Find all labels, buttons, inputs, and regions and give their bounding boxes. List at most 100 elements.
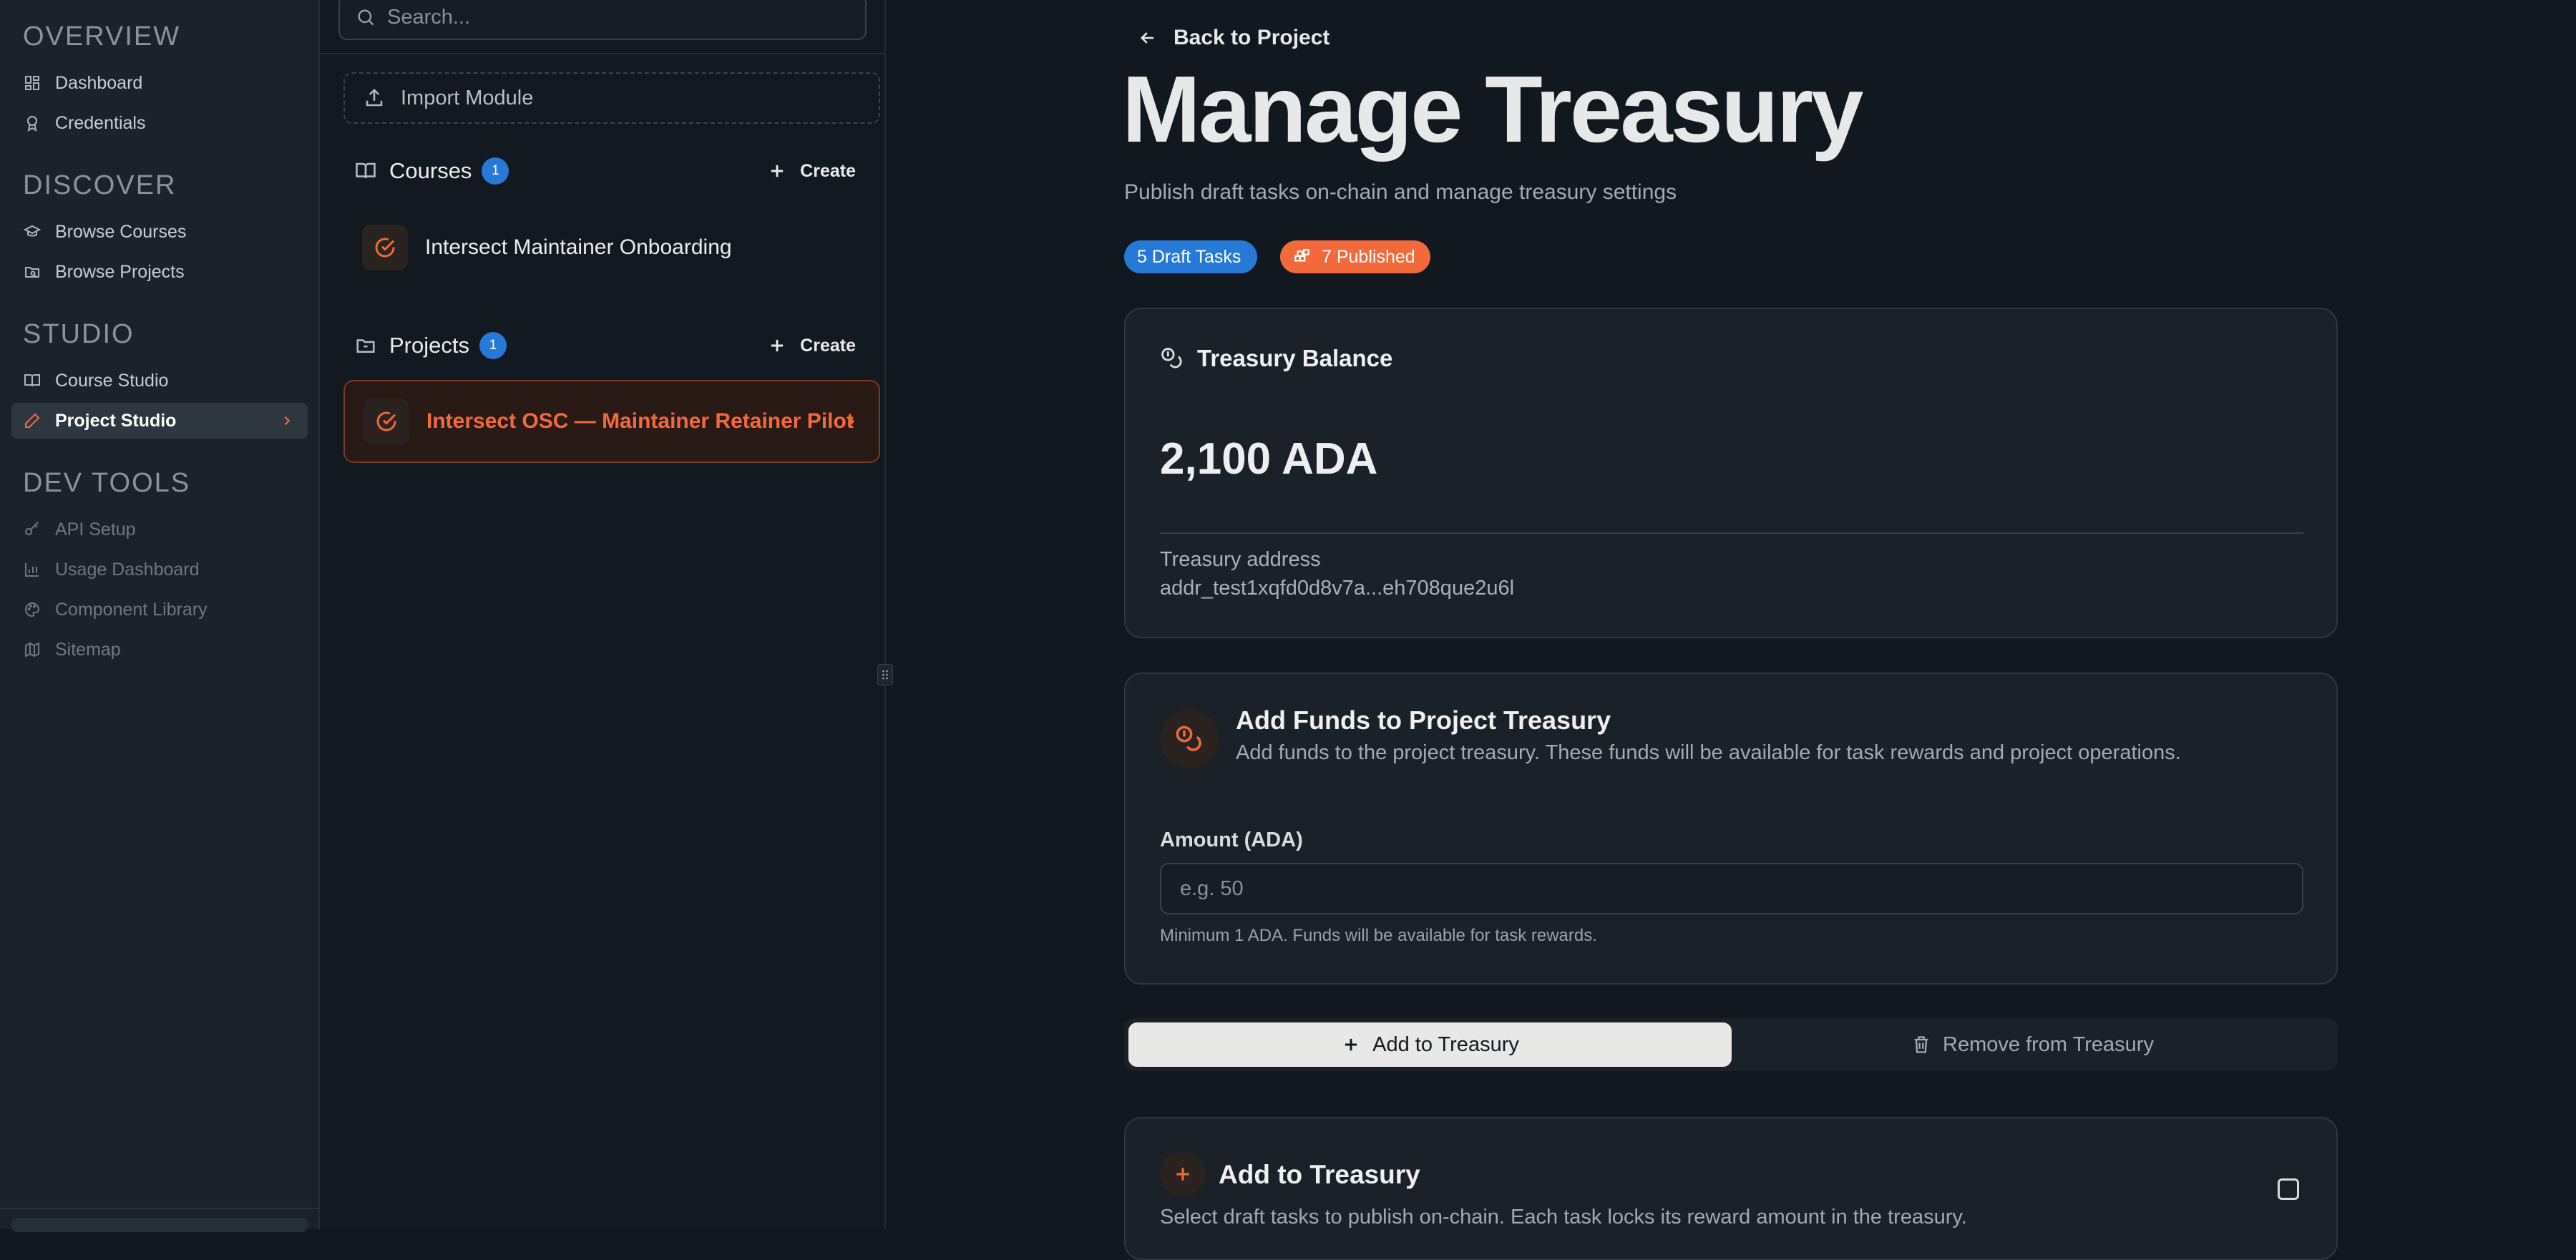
nav-item-component-library[interactable]: Component Library bbox=[11, 592, 308, 627]
pencil-icon bbox=[25, 413, 40, 428]
published-label: 7 Published bbox=[1322, 246, 1415, 267]
panel-resize-handle[interactable] bbox=[877, 664, 893, 685]
nav-item-usage-dashboard[interactable]: Usage Dashboard bbox=[11, 552, 308, 587]
nav-item-label: API Setup bbox=[55, 519, 136, 539]
folder-icon bbox=[356, 339, 375, 353]
amount-placeholder: e.g. 50 bbox=[1180, 876, 1244, 900]
draft-tasks-label: 5 Draft Tasks bbox=[1137, 246, 1241, 267]
section-title-discover: DISCOVER bbox=[23, 170, 177, 200]
divider bbox=[1160, 532, 2303, 534]
projects-group-header: Projects 1 Create bbox=[355, 330, 856, 361]
create-project-button[interactable]: Create bbox=[767, 336, 856, 356]
check-circle-icon bbox=[376, 411, 396, 431]
book-open-icon bbox=[356, 162, 376, 179]
chevron-right-icon bbox=[847, 416, 855, 427]
nav-item-dashboard[interactable]: Dashboard bbox=[11, 65, 308, 101]
published-badge: 7 Published bbox=[1280, 240, 1430, 273]
nav-item-project-studio[interactable]: Project Studio bbox=[11, 403, 308, 439]
page-subtitle: Publish draft tasks on-chain and manage … bbox=[1124, 180, 1677, 204]
projects-title: Projects bbox=[389, 333, 469, 358]
amount-field[interactable]: e.g. 50 bbox=[1160, 863, 2303, 914]
nav-item-course-studio[interactable]: Course Studio bbox=[11, 363, 308, 399]
amount-help-text: Minimum 1 ADA. Funds will be available f… bbox=[1160, 926, 1597, 945]
project-item[interactable]: Intersect OSC — Maintainer Retainer Pilo… bbox=[343, 380, 880, 463]
sidebar-footer-button[interactable] bbox=[11, 1218, 308, 1232]
section-title-dev-tools: DEV TOOLS bbox=[23, 468, 191, 498]
draft-tasks-badge: 5 Draft Tasks bbox=[1124, 240, 1257, 273]
amount-field-label: Amount (ADA) bbox=[1160, 829, 1303, 851]
nav-item-browse-courses[interactable]: Browse Courses bbox=[11, 214, 308, 250]
book-open-icon bbox=[24, 374, 40, 387]
treasury-balance-header: Treasury Balance bbox=[1160, 345, 1392, 372]
plus-icon bbox=[1345, 1038, 1357, 1051]
courses-title: Courses bbox=[389, 158, 472, 183]
chevron-right-icon bbox=[284, 416, 291, 426]
search-input[interactable]: Search... bbox=[338, 0, 867, 40]
search-placeholder: Search... bbox=[387, 5, 471, 29]
add-to-treasury-description: Select draft tasks to publish on-chain. … bbox=[1160, 1206, 1967, 1229]
check-circle-icon bbox=[375, 238, 395, 258]
add-funds-title: Add Funds to Project Treasury bbox=[1236, 705, 1611, 735]
plus-icon bbox=[771, 165, 784, 177]
remove-from-treasury-tab-label: Remove from Treasury bbox=[1943, 1032, 2154, 1056]
nav-item-label: Component Library bbox=[55, 599, 208, 620]
nav-item-credentials[interactable]: Credentials bbox=[11, 105, 308, 141]
courses-count-badge: 1 bbox=[482, 157, 509, 185]
dashboard-icon bbox=[25, 76, 39, 90]
folder-search-icon bbox=[25, 267, 39, 278]
nav-item-label: Credentials bbox=[55, 112, 146, 133]
add-funds-card: Add Funds to Project Treasury Add funds … bbox=[1124, 673, 2338, 985]
add-to-treasury-icon-tile bbox=[1160, 1151, 1206, 1197]
module-status-tile bbox=[364, 399, 409, 444]
back-to-project-link[interactable]: Back to Project bbox=[1138, 26, 1330, 50]
nav-item-sitemap[interactable]: Sitemap bbox=[11, 632, 308, 668]
section-title-studio: STUDIO bbox=[23, 319, 135, 349]
trash-icon bbox=[1914, 1036, 1928, 1053]
nav-item-api-setup[interactable]: API Setup bbox=[11, 512, 308, 547]
blocks-icon bbox=[1294, 249, 1309, 262]
plus-icon bbox=[1176, 1168, 1189, 1181]
treasury-balance-card: Treasury Balance 2,100 ADA Treasury addr… bbox=[1124, 308, 2338, 638]
treasury-balance-title: Treasury Balance bbox=[1197, 345, 1393, 371]
grip-icon bbox=[882, 670, 888, 680]
add-to-treasury-title: Add to Treasury bbox=[1219, 1160, 1420, 1189]
divider bbox=[320, 53, 884, 54]
treasury-address-label: Treasury address bbox=[1160, 548, 1321, 571]
section-title-overview: OVERVIEW bbox=[23, 21, 181, 52]
add-to-treasury-tab[interactable]: Add to Treasury bbox=[1128, 1022, 1732, 1067]
graduation-cap-icon bbox=[24, 225, 41, 237]
treasury-balance-amount: 2,100 ADA bbox=[1160, 434, 1378, 484]
treasury-address-value: addr_test1xqfd0d8v7a...eh708que2u6l bbox=[1160, 577, 1515, 600]
project-item-label: Intersect OSC — Maintainer Retainer Pilo… bbox=[426, 409, 854, 433]
import-module-label: Import Module bbox=[401, 86, 534, 109]
map-icon bbox=[25, 642, 39, 658]
nav-item-label: Browse Projects bbox=[55, 261, 185, 282]
courses-group-header: Courses 1 Create bbox=[355, 155, 856, 187]
add-to-treasury-tab-label: Add to Treasury bbox=[1372, 1032, 1519, 1056]
nav-item-label: Course Studio bbox=[55, 370, 169, 391]
course-item[interactable]: Intersect Maintainer Onboarding bbox=[343, 206, 880, 289]
plus-icon bbox=[771, 339, 784, 352]
remove-from-treasury-tab[interactable]: Remove from Treasury bbox=[1732, 1022, 2333, 1067]
back-to-project-label: Back to Project bbox=[1174, 26, 1330, 49]
nav-item-label: Sitemap bbox=[55, 639, 121, 660]
module-status-tile bbox=[362, 225, 408, 270]
projects-count-badge: 1 bbox=[479, 332, 507, 359]
bar-chart-icon bbox=[25, 563, 39, 577]
search-icon bbox=[358, 9, 374, 26]
nav-item-label: Usage Dashboard bbox=[55, 559, 200, 580]
create-project-label: Create bbox=[800, 335, 856, 356]
import-module-button[interactable]: Import Module bbox=[343, 72, 880, 124]
nav-item-label: Dashboard bbox=[55, 72, 143, 93]
select-all-checkbox[interactable] bbox=[2278, 1178, 2299, 1200]
coins-icon bbox=[1176, 726, 1201, 751]
course-item-label: Intersect Maintainer Onboarding bbox=[425, 235, 732, 259]
create-course-label: Create bbox=[800, 160, 856, 181]
award-icon bbox=[27, 116, 37, 132]
nav-item-browse-projects[interactable]: Browse Projects bbox=[11, 254, 308, 290]
key-icon bbox=[25, 522, 39, 535]
sidebar: OVERVIEW Dashboard Credentials DISCOVER … bbox=[0, 0, 320, 1229]
upload-icon bbox=[366, 88, 383, 107]
create-course-button[interactable]: Create bbox=[767, 161, 856, 182]
arrow-left-icon bbox=[1141, 32, 1154, 44]
